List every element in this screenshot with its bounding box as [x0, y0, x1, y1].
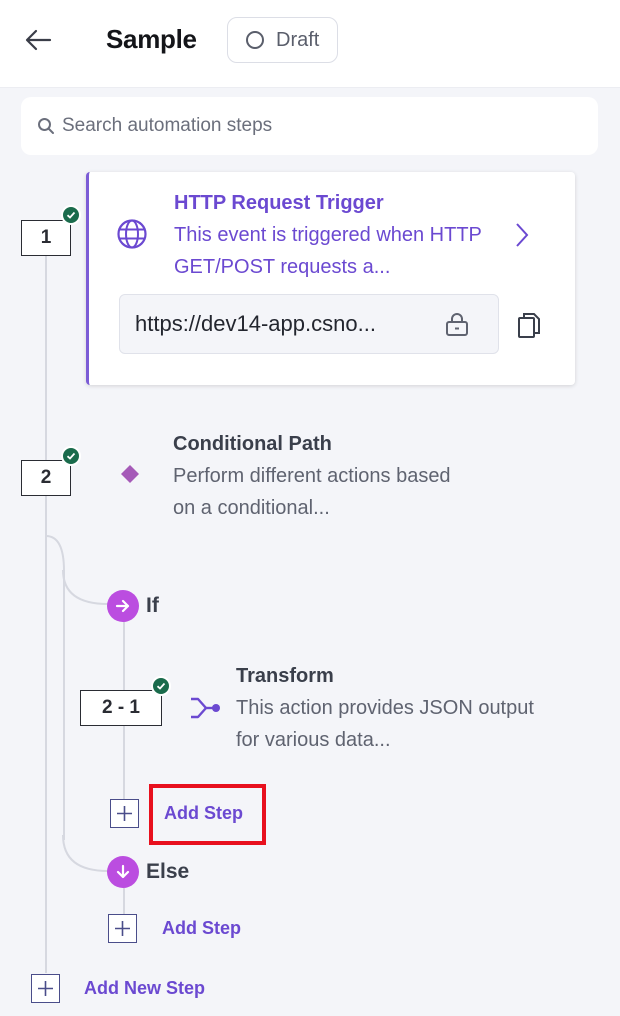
status-label: Draft — [276, 28, 320, 51]
conditional-title[interactable]: Conditional Path — [173, 433, 332, 456]
search-input[interactable]: Search automation steps — [21, 97, 598, 155]
main-connector — [45, 255, 47, 973]
branch-connector — [63, 570, 65, 840]
add-new-step-plus[interactable] — [31, 974, 60, 1003]
add-new-step-button[interactable]: Add New Step — [84, 978, 205, 999]
draft-circle-icon — [246, 31, 264, 49]
plus-icon — [117, 806, 132, 821]
else-add-step-plus[interactable] — [108, 914, 137, 943]
back-arrow-icon — [25, 29, 52, 51]
arrow-right-icon — [115, 599, 130, 613]
search-placeholder: Search automation steps — [62, 115, 273, 136]
diamond-icon — [121, 465, 139, 483]
if-label: If — [146, 594, 159, 617]
status-badge[interactable]: Draft — [227, 17, 338, 63]
step-number: 1 — [21, 220, 71, 256]
plus-icon — [115, 921, 130, 936]
if-curve — [62, 570, 109, 605]
highlight-box — [149, 784, 266, 845]
else-branch-icon — [107, 856, 139, 888]
check-icon — [61, 205, 81, 225]
plus-icon — [38, 981, 53, 996]
if-branch-icon — [107, 590, 139, 622]
branch-curve — [45, 535, 65, 572]
step-number: 2 — [21, 460, 71, 496]
else-add-step-button[interactable]: Add Step — [162, 918, 241, 939]
webhook-url-field[interactable]: https://dev14-app.csno... — [119, 294, 499, 354]
transform-icon — [191, 697, 220, 719]
chevron-right-icon[interactable] — [513, 222, 531, 248]
arrow-down-icon — [116, 864, 130, 879]
transform-description: This action provides JSON output for var… — [236, 697, 534, 751]
webhook-url: https://dev14-app.csno... — [135, 311, 376, 336]
page-title: Sample — [106, 24, 197, 54]
copy-icon[interactable] — [516, 311, 542, 339]
step-number: 2 - 1 — [80, 690, 162, 726]
check-icon — [151, 676, 171, 696]
check-icon — [61, 446, 81, 466]
else-curve — [62, 835, 109, 872]
globe-icon — [117, 219, 147, 249]
search-icon — [38, 118, 54, 134]
lock-icon — [446, 313, 468, 336]
else-label: Else — [146, 860, 190, 883]
back-button[interactable] — [20, 22, 60, 58]
trigger-description: This event is triggered when HTTP GET/PO… — [174, 224, 482, 278]
conditional-description: Perform different actions based on a con… — [173, 465, 451, 519]
if-add-step-plus[interactable] — [110, 799, 139, 828]
header: Sample Draft — [0, 0, 620, 88]
transform-title[interactable]: Transform — [236, 665, 334, 688]
trigger-title: HTTP Request Trigger — [174, 192, 384, 214]
